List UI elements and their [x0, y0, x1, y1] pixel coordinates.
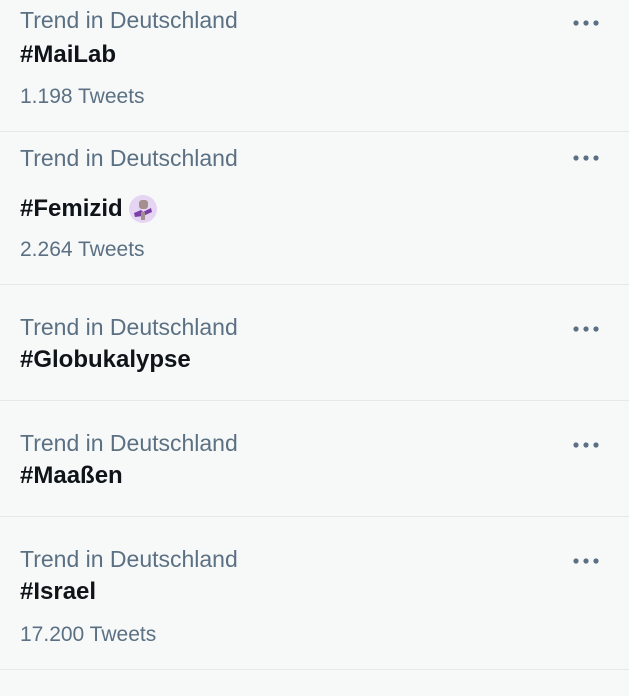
trend-context: Trend in Deutschland [20, 546, 238, 572]
more-options-button[interactable] [571, 10, 601, 36]
trend-tweet-count: 1.198 Tweets [20, 85, 145, 108]
more-horizontal-icon [573, 558, 599, 564]
trend-name[interactable]: #Israel [20, 578, 96, 606]
more-horizontal-icon [573, 155, 599, 161]
trend-tweet-count: 17.200 Tweets [20, 623, 157, 646]
more-horizontal-icon [573, 326, 599, 332]
trends-list: Trend in Deutschland #MaiLab 1.198 Tweet… [0, 0, 629, 670]
trend-item-globukalypse[interactable]: Trend in Deutschland #Globukalypse [0, 285, 629, 401]
trend-context: Trend in Deutschland [20, 7, 238, 33]
trend-hashtag[interactable]: #Globukalypse [20, 346, 191, 374]
trend-name[interactable]: #Maaßen [20, 462, 123, 490]
trend-item-israel[interactable]: Trend in Deutschland #Israel 17.200 Twee… [0, 517, 629, 670]
trend-tweet-count: 2.264 Tweets [20, 238, 145, 261]
trend-name[interactable]: #MaiLab [20, 41, 116, 69]
more-options-button[interactable] [571, 548, 601, 574]
trend-hashtag[interactable]: #MaiLab [20, 41, 116, 69]
trend-hashtag[interactable]: #Maaßen [20, 462, 123, 490]
trend-name[interactable]: #Femizid [20, 194, 158, 224]
trend-item-maassen[interactable]: Trend in Deutschland #Maaßen [0, 401, 629, 517]
more-options-button[interactable] [571, 145, 601, 171]
trend-hashtag[interactable]: #Israel [20, 578, 96, 606]
trend-context: Trend in Deutschland [20, 145, 238, 171]
purple-ribbon-fist-icon [128, 195, 157, 223]
more-horizontal-icon [573, 442, 599, 448]
more-options-button[interactable] [571, 316, 601, 342]
trend-item-mailab[interactable]: Trend in Deutschland #MaiLab 1.198 Tweet… [0, 0, 629, 132]
trend-hashtag[interactable]: #Femizid [20, 195, 123, 223]
more-horizontal-icon [573, 20, 599, 26]
trend-item-femizid[interactable]: Trend in Deutschland #Femizid 2.264 Twee… [0, 132, 629, 285]
trend-name[interactable]: #Globukalypse [20, 346, 191, 374]
trend-context: Trend in Deutschland [20, 430, 238, 456]
more-options-button[interactable] [571, 432, 601, 458]
trend-context: Trend in Deutschland [20, 314, 238, 340]
